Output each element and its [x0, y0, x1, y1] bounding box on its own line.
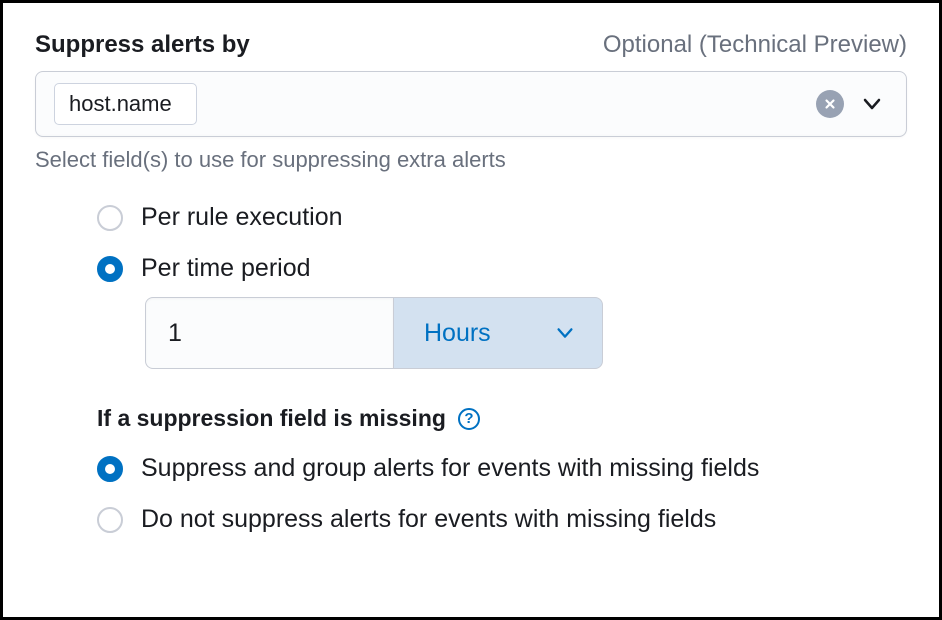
- missing-field-section: If a suppression field is missing ? Supp…: [35, 405, 907, 534]
- per-rule-execution-label: Per rule execution: [141, 203, 343, 232]
- clear-all-icon[interactable]: [816, 90, 844, 118]
- field-pill-label: host.name: [69, 91, 172, 117]
- do-not-suppress-missing-label: Do not suppress alerts for events with m…: [141, 505, 716, 534]
- optional-preview-text: Optional (Technical Preview): [603, 31, 907, 59]
- per-time-period-radio[interactable]: [97, 256, 123, 282]
- suppress-missing-radio[interactable]: [97, 456, 123, 482]
- per-rule-execution-radio[interactable]: [97, 205, 123, 231]
- combobox-helper-text: Select field(s) to use for suppressing e…: [35, 147, 907, 173]
- interval-radio-group: Per rule execution Per time period: [35, 203, 907, 283]
- time-period-unit-select[interactable]: Hours: [393, 297, 603, 369]
- per-time-period-label: Per time period: [141, 254, 311, 283]
- help-icon[interactable]: ?: [458, 408, 480, 430]
- time-period-unit-label: Hours: [424, 319, 491, 348]
- field-pill: host.name: [54, 83, 197, 125]
- missing-field-label: If a suppression field is missing: [97, 405, 446, 432]
- unit-chevron-icon: [554, 322, 576, 344]
- time-period-value-input[interactable]: [145, 297, 393, 369]
- combobox-chevron-icon[interactable]: [856, 88, 888, 120]
- suppress-missing-label: Suppress and group alerts for events wit…: [141, 454, 759, 483]
- suppress-alerts-label: Suppress alerts by: [35, 31, 250, 59]
- do-not-suppress-missing-radio[interactable]: [97, 507, 123, 533]
- suppress-fields-combobox[interactable]: host.name: [35, 71, 907, 137]
